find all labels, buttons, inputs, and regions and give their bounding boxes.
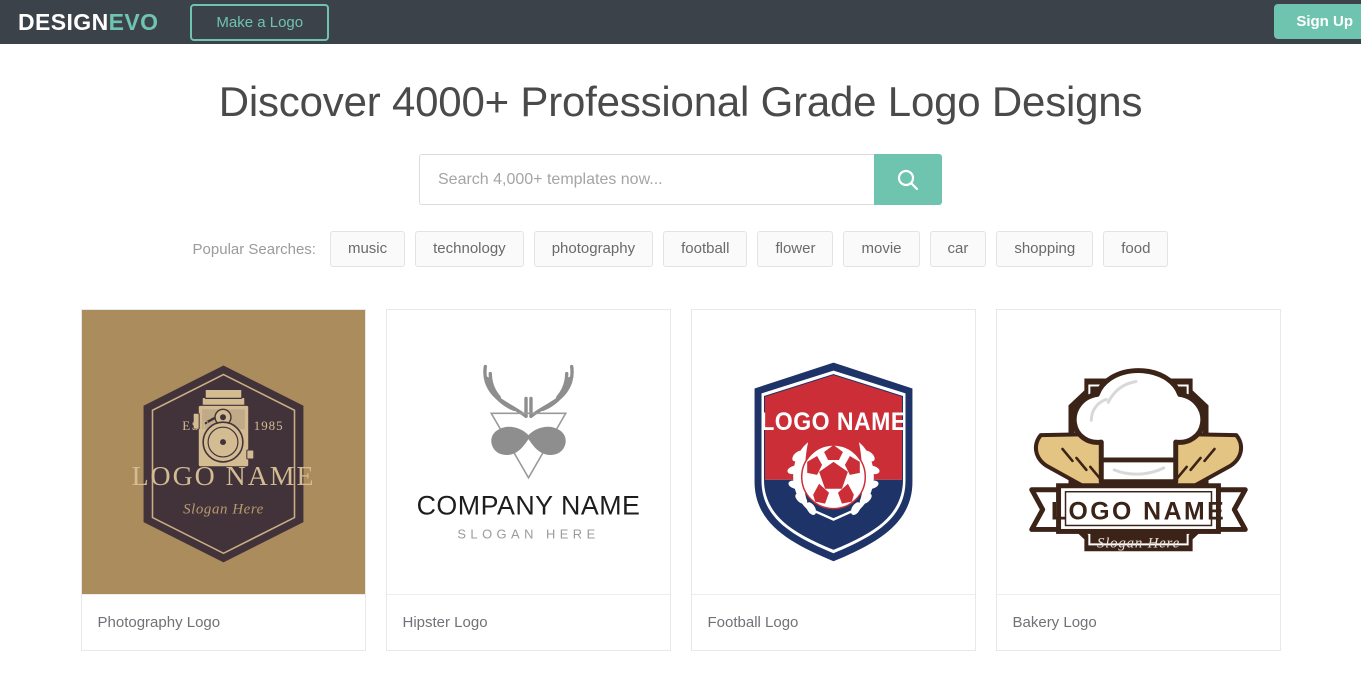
template-thumbnail-bakery[interactable]: LOGO NAME Slogan Here: [996, 310, 1280, 594]
photography-logo-artwork: EST 1985 LOGO NAME Slogan Here: [81, 310, 365, 594]
logo-title: LOGO NAME: [131, 461, 315, 492]
logo-title: LOGO NAME: [1050, 499, 1225, 526]
popular-tag-movie[interactable]: movie: [843, 231, 920, 267]
brand-name-primary: DESIGN: [18, 8, 109, 35]
popular-tag-shopping[interactable]: shopping: [996, 231, 1094, 267]
make-a-logo-button[interactable]: Make a Logo: [190, 3, 330, 41]
template-card[interactable]: LOGO NAME Football Logo: [690, 309, 976, 651]
template-card[interactable]: EST 1985 LOGO NAME Slogan Here Photograp…: [80, 309, 366, 651]
search-button[interactable]: [874, 154, 942, 205]
search-input[interactable]: [419, 154, 874, 205]
template-name: Photography Logo: [81, 594, 365, 650]
popular-tag-photography[interactable]: photography: [533, 231, 654, 267]
template-grid: EST 1985 LOGO NAME Slogan Here Photograp…: [80, 309, 1281, 651]
top-navigation-bar: DESIGNEVO Make a Logo Sign Up: [0, 0, 1361, 44]
template-card[interactable]: COMPANY NAME SLOGAN HERE Hipster Logo: [385, 309, 671, 651]
popular-tag-music[interactable]: music: [329, 231, 406, 267]
template-thumbnail-football[interactable]: LOGO NAME: [691, 310, 975, 594]
search-icon: [895, 167, 921, 193]
ribbon-banner: LOGO NAME: [1028, 483, 1248, 534]
popular-tag-flower[interactable]: flower: [757, 231, 834, 267]
nav-right-actions: Sign Up: [1274, 4, 1361, 39]
template-name: Bakery Logo: [996, 594, 1280, 650]
popular-tag-food[interactable]: food: [1103, 231, 1169, 267]
logo-title: LOGO NAME: [760, 408, 907, 436]
template-name: Football Logo: [691, 594, 975, 650]
hipster-logo-artwork: COMPANY NAME SLOGAN HERE: [386, 310, 670, 594]
template-thumbnail-photography[interactable]: EST 1985 LOGO NAME Slogan Here: [81, 310, 365, 594]
popular-searches: Popular Searches: music technology photo…: [0, 231, 1361, 267]
template-name: Hipster Logo: [386, 594, 670, 650]
football-logo-artwork: LOGO NAME: [691, 310, 975, 594]
logo-slogan: SLOGAN HERE: [457, 526, 599, 541]
search-section: [0, 154, 1361, 205]
logo-est-left: EST: [182, 419, 209, 433]
soccer-ball-icon: [800, 444, 866, 510]
popular-searches-label: Popular Searches:: [192, 240, 316, 258]
hero-section: Discover 4000+ Professional Grade Logo D…: [0, 44, 1361, 267]
search-box: [419, 154, 942, 205]
template-thumbnail-hipster[interactable]: COMPANY NAME SLOGAN HERE: [386, 310, 670, 594]
popular-tag-technology[interactable]: technology: [415, 231, 524, 267]
sign-up-button[interactable]: Sign Up: [1274, 4, 1361, 39]
logo-slogan: Slogan Here: [1097, 535, 1180, 551]
page-title: Discover 4000+ Professional Grade Logo D…: [218, 78, 1143, 125]
bakery-logo-artwork: LOGO NAME Slogan Here: [996, 310, 1280, 594]
popular-tag-football[interactable]: football: [663, 231, 748, 267]
logo-slogan: Slogan Here: [183, 502, 264, 518]
brand-name-accent: EVO: [108, 8, 159, 35]
site-logo[interactable]: DESIGNEVO: [18, 9, 158, 36]
logo-est-right: 1985: [253, 419, 283, 433]
logo-title: COMPANY NAME: [416, 491, 640, 521]
popular-tag-car[interactable]: car: [929, 231, 987, 267]
template-card[interactable]: LOGO NAME Slogan Here Bakery Logo: [995, 309, 1281, 651]
